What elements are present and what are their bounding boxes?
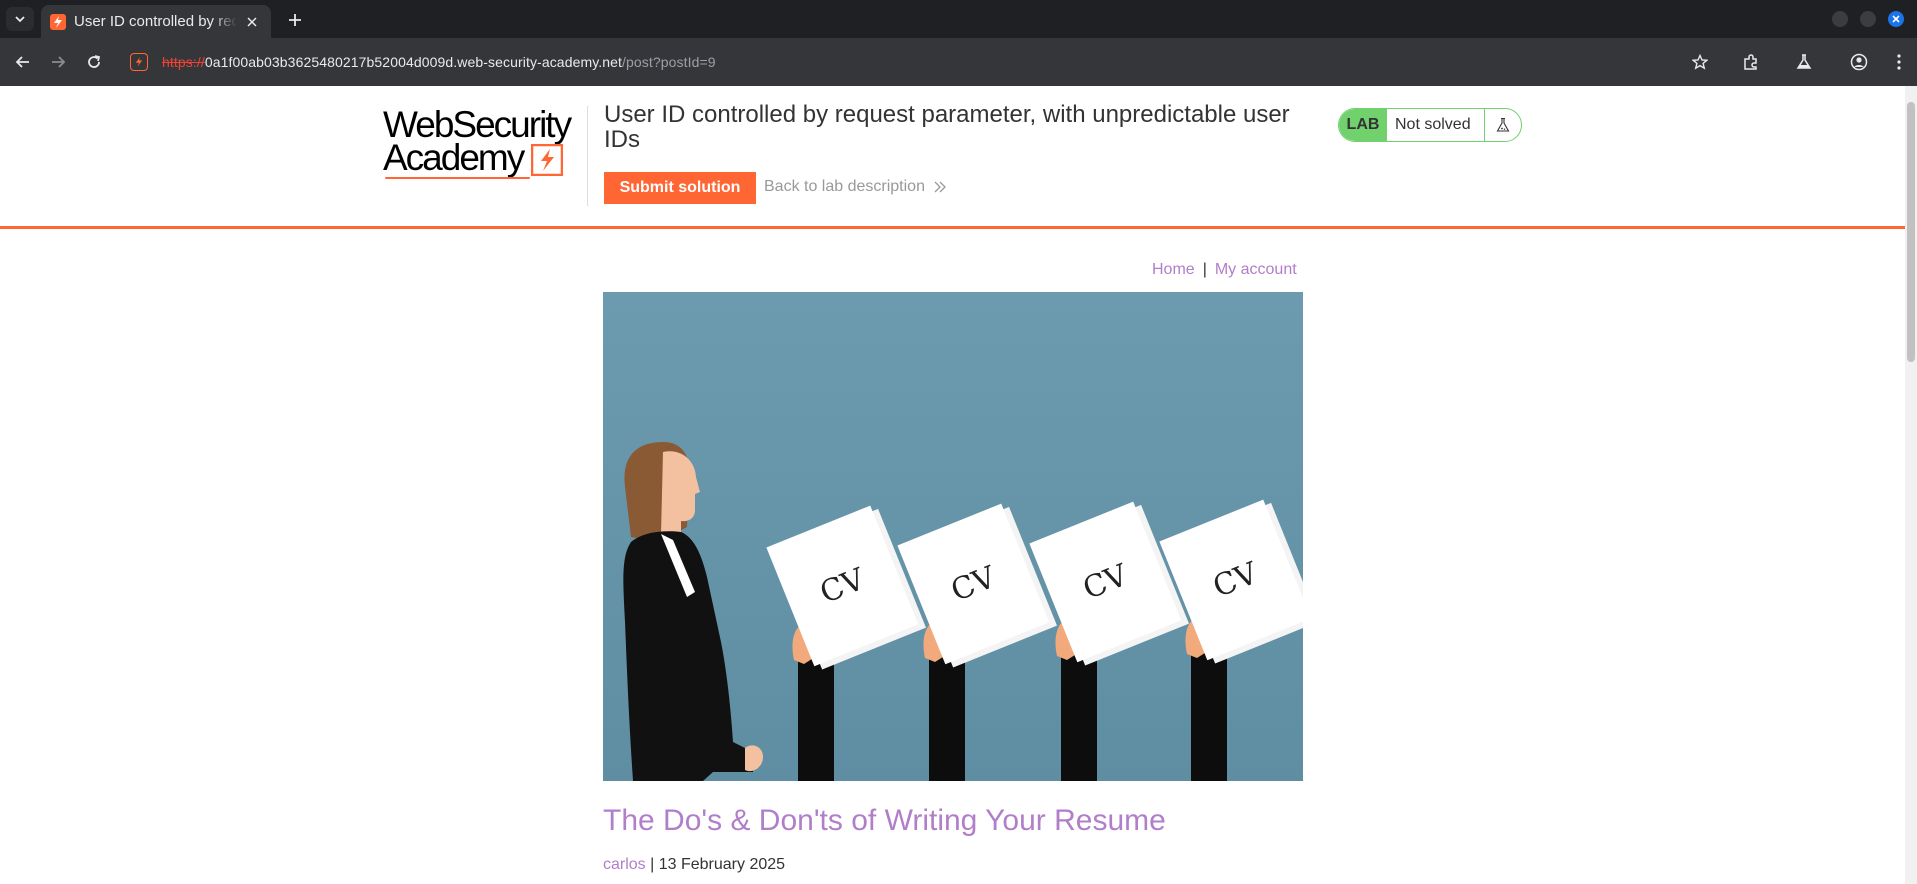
minimize-button[interactable] [1832,11,1848,27]
scrollbar-thumb[interactable] [1907,102,1915,362]
url-host: 0a1f00ab03b3625480217b52004d009d.web-sec… [204,54,623,70]
flask-icon [1485,109,1521,141]
submit-solution-button[interactable]: Submit solution [604,172,756,204]
extensions-icon[interactable] [1739,50,1763,74]
site-info-icon[interactable] [130,53,148,71]
home-link[interactable]: Home [1152,261,1195,278]
top-nav-links: Home | My account [1152,261,1297,279]
meta-separator: | [645,856,659,873]
new-tab-button[interactable] [283,8,307,32]
post-title: The Do's & Don'ts of Writing Your Resume [603,804,1166,837]
arrow-left-icon [15,56,29,68]
tab-list-button[interactable] [6,7,34,31]
browser-toolbar: https://0a1f00ab03b3625480217b52004d009d… [0,38,1917,86]
my-account-link[interactable]: My account [1215,261,1297,278]
window-close-button[interactable] [1888,11,1904,27]
forward-button[interactable] [46,50,70,74]
url-path: /post?postId=9 [622,54,716,70]
plus-icon [289,14,301,26]
post-date: 13 February 2025 [658,856,786,873]
lab-title: User ID controlled by request parameter,… [604,101,1290,153]
close-icon [1892,15,1900,23]
web-page: WebSecurity Academy User ID controlled b… [0,86,1905,884]
resume-illustration: CV CV CV CV [603,292,1303,781]
lab-header: WebSecurity Academy User ID controlled b… [0,86,1905,229]
menu-kebab-icon[interactable] [1887,50,1911,74]
tab-close-icon[interactable] [243,13,261,31]
post-author-link[interactable]: carlos [603,856,646,873]
tab-title: User ID controlled by request parameter,… [74,13,237,30]
back-button[interactable] [11,50,35,74]
logo-bolt-icon [531,144,563,176]
profile-icon[interactable] [1847,50,1871,74]
page-scrollbar[interactable] [1905,86,1917,884]
browser-tab-bar: User ID controlled by request parameter,… [0,0,1917,38]
lab-tag: LAB [1339,109,1387,141]
logo-line2: Academy [383,137,525,178]
labs-flask-icon[interactable] [1792,50,1816,74]
lab-status-widget: LAB Not solved [1338,108,1522,142]
nav-separator: | [1202,261,1207,278]
maximize-button[interactable] [1860,11,1876,27]
site-favicon-icon [50,13,66,30]
address-bar[interactable]: https://0a1f00ab03b3625480217b52004d009d… [124,44,1720,80]
post-hero-image: CV CV CV CV [603,292,1303,781]
back-link-label: Back to lab description [764,178,925,195]
lab-status-text: Not solved [1387,109,1485,141]
url-scheme: https:// [162,54,205,70]
reload-icon [88,55,101,68]
bookmark-star-icon[interactable] [1688,50,1712,74]
arrow-right-icon [52,56,66,68]
browser-tab[interactable]: User ID controlled by request parameter,… [41,5,271,38]
double-chevron-right-icon [934,181,946,193]
url-text: https://0a1f00ab03b3625480217b52004d009d… [162,54,716,70]
back-to-lab-description-link[interactable]: Back to lab description [764,178,947,196]
post-meta: carlos | 13 February 2025 [603,856,785,874]
web-security-academy-logo[interactable]: WebSecurity Academy [383,105,583,179]
logo-underline [385,177,530,179]
reload-button[interactable] [82,50,106,74]
header-divider [587,106,588,206]
chevron-down-icon [15,16,25,23]
